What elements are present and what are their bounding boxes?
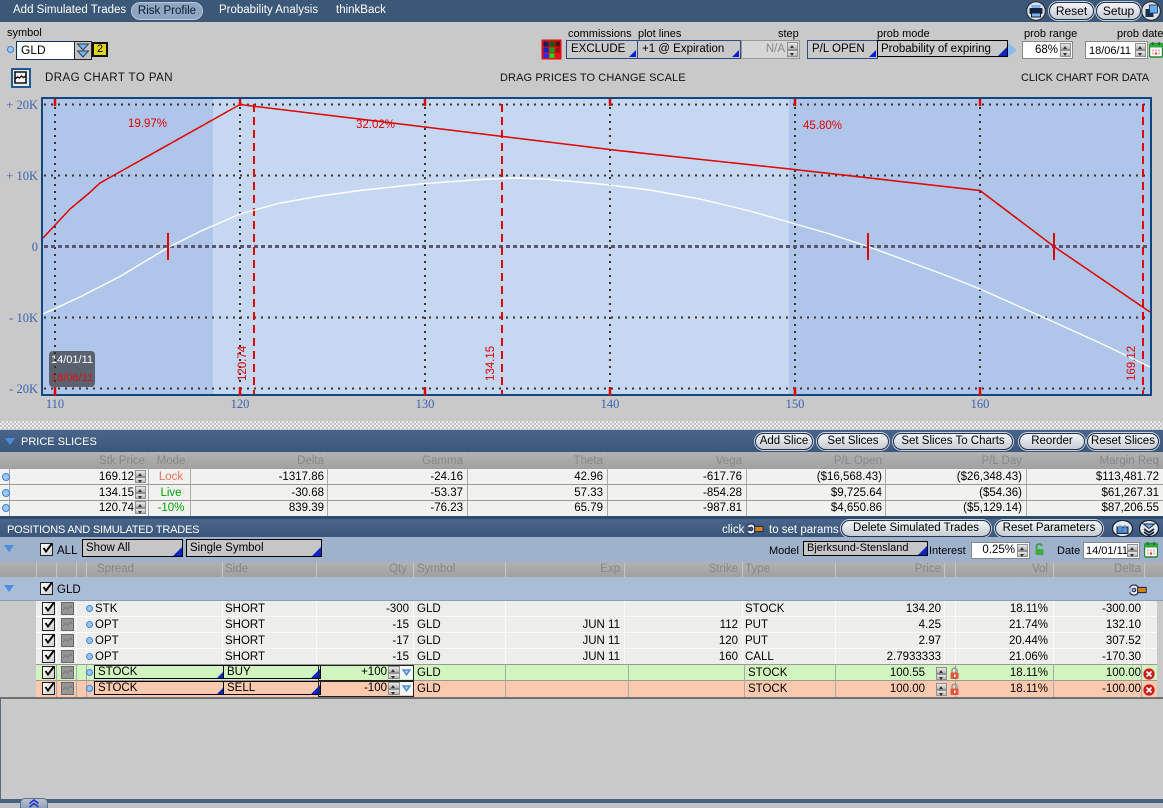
svg-text:19.97%: 19.97%: [128, 118, 167, 130]
svg-text:120.74: 120.74: [237, 345, 249, 381]
svg-text:32.02%: 32.02%: [356, 119, 395, 131]
svg-text:0: 0: [32, 240, 38, 254]
svg-text:18/06/11: 18/06/11: [51, 372, 93, 384]
svg-text:120: 120: [231, 397, 250, 411]
svg-text:130: 130: [416, 397, 435, 411]
svg-text:- 10K: - 10K: [9, 311, 38, 325]
svg-text:45.80%: 45.80%: [803, 120, 842, 132]
svg-text:150: 150: [786, 397, 805, 411]
svg-text:+ 10K: + 10K: [6, 169, 38, 183]
svg-text:140: 140: [601, 397, 620, 411]
svg-text:14/01/11: 14/01/11: [51, 354, 93, 366]
svg-text:160: 160: [971, 397, 990, 411]
svg-text:169.12: 169.12: [1126, 346, 1138, 381]
svg-text:+ 20K: + 20K: [6, 98, 38, 112]
svg-text:110: 110: [46, 397, 64, 411]
svg-text:- 20K: - 20K: [9, 382, 38, 396]
svg-text:134.15: 134.15: [485, 346, 497, 381]
